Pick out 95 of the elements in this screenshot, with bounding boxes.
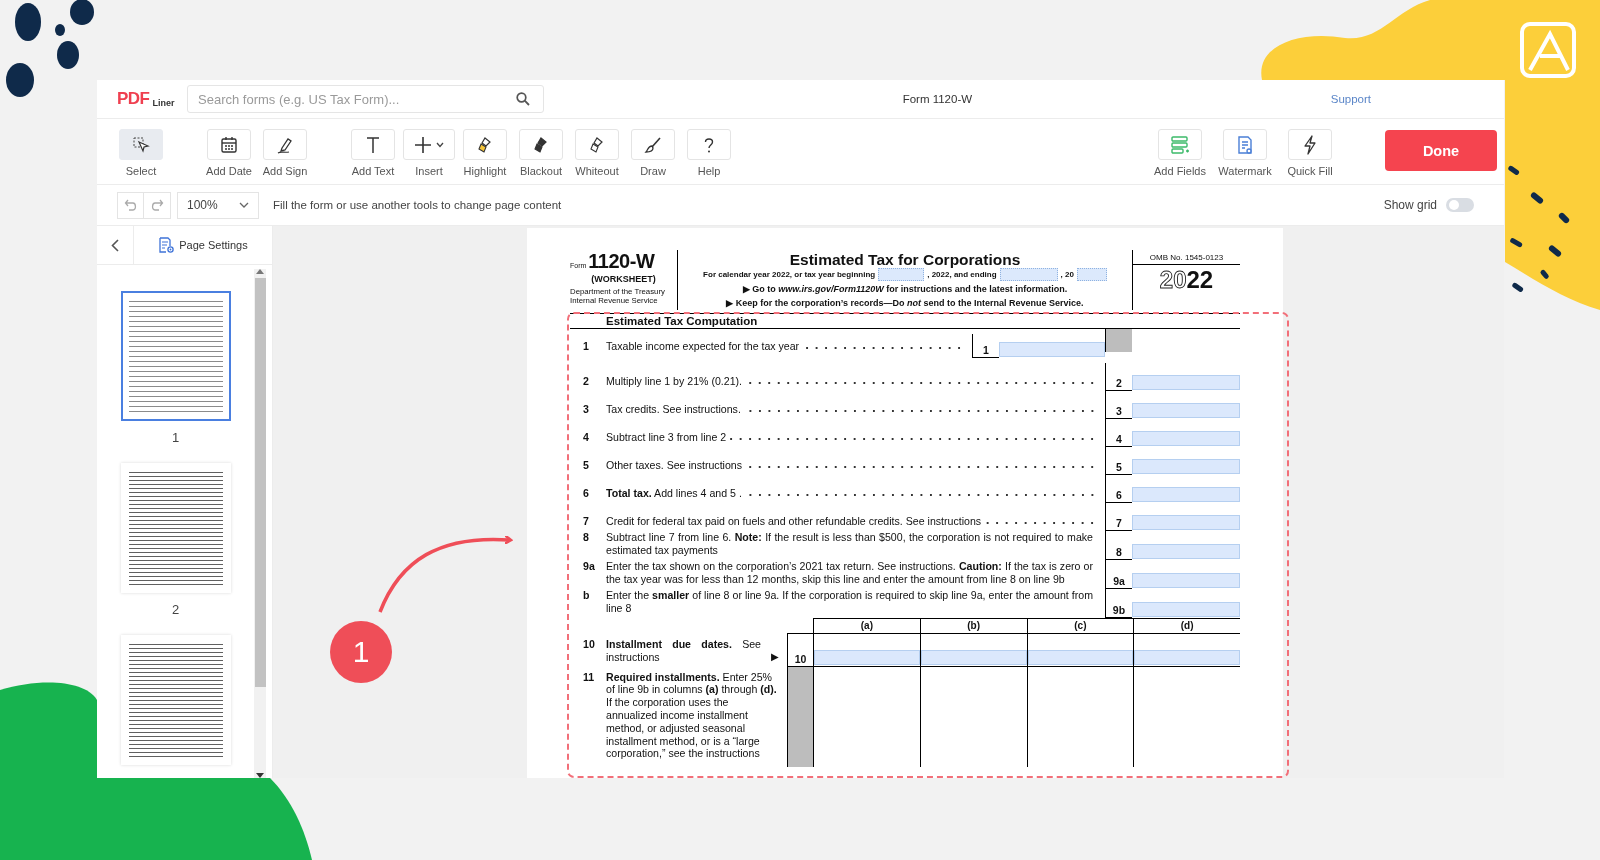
select-icon bbox=[132, 135, 150, 154]
support-link[interactable]: Support bbox=[1330, 93, 1371, 105]
form-number: 1120-W bbox=[588, 250, 655, 273]
line-text: Other taxes. See instructions bbox=[606, 459, 743, 472]
line-box-number: 10 bbox=[787, 634, 813, 667]
chevron-down-icon bbox=[239, 202, 249, 208]
tool-button[interactable]: Quick Fill bbox=[1279, 129, 1341, 177]
column-header: (a) bbox=[813, 618, 920, 634]
omb-number: OMB No. 1545-0123 bbox=[1133, 250, 1240, 265]
line-number: 4 bbox=[582, 431, 590, 444]
amount-field[interactable] bbox=[1132, 459, 1240, 474]
page-number: 2 bbox=[171, 602, 180, 617]
page-settings-icon bbox=[158, 236, 176, 254]
caret-icon bbox=[436, 141, 444, 148]
tax-year: 2022 bbox=[1158, 265, 1215, 295]
column-header: (b) bbox=[919, 618, 1027, 634]
line-number: 6 bbox=[582, 487, 590, 500]
line-number: 10 bbox=[582, 638, 596, 651]
line-text: Taxable income expected for the tax year bbox=[606, 339, 800, 353]
date-field[interactable] bbox=[1134, 649, 1240, 665]
date-field[interactable] bbox=[920, 649, 1027, 665]
line-text: Tax credits. See instructions. bbox=[606, 403, 741, 416]
search-icon bbox=[516, 92, 530, 106]
amount-field[interactable] bbox=[1132, 375, 1240, 390]
column-header: (c) bbox=[1026, 618, 1134, 634]
section-heading: Estimated Tax Computation bbox=[606, 315, 758, 327]
line-number: 9a bbox=[582, 560, 596, 573]
amount-field[interactable] bbox=[1132, 431, 1240, 446]
arrow-marker: ▶ bbox=[771, 649, 779, 664]
period-text: , 2022, and ending bbox=[927, 270, 997, 279]
fields-icon bbox=[1170, 134, 1190, 155]
amount-field[interactable] bbox=[999, 341, 1105, 357]
date-field[interactable] bbox=[1027, 649, 1134, 665]
amount-field[interactable] bbox=[1132, 487, 1240, 502]
page-thumbnail[interactable] bbox=[120, 291, 231, 421]
line-text: Multiply line 1 by 21% (0.21). bbox=[606, 375, 743, 388]
line-number: b bbox=[582, 589, 591, 602]
line-text: Subtract line 3 from line 2 bbox=[606, 431, 727, 444]
line-text: Enter the smaller of line 8 or line 9a. If the corporation is required to skip line 9a, enter the amount from line 8 bbox=[606, 589, 1093, 615]
instruction-text: ▶ Keep for the corporation’s records—Do not send to the Internal Revenue Service. bbox=[726, 297, 1084, 310]
date-field[interactable] bbox=[1076, 268, 1107, 281]
text-icon bbox=[364, 135, 382, 154]
tool-button[interactable]: Watermark bbox=[1214, 129, 1276, 177]
amount-field[interactable] bbox=[1132, 573, 1240, 588]
redo-icon bbox=[150, 198, 164, 212]
amount-field[interactable] bbox=[1132, 403, 1240, 418]
line-text: Installment due dates. See instructions bbox=[606, 638, 761, 664]
line-text: Subtract line 7 from line 6. Note: If the result is less than $500, the corporation is not required to make estimated tax payments bbox=[606, 531, 1093, 557]
amount-field[interactable] bbox=[1132, 515, 1240, 530]
amount-field[interactable] bbox=[1132, 544, 1240, 559]
form-subtitle: (WORKSHEET) bbox=[590, 274, 657, 284]
line-number: 5 bbox=[582, 459, 590, 472]
instruction-text: ▶ Go to www.irs.gov/Form1120W for instructions and the latest information. bbox=[742, 283, 1068, 296]
page-thumbnail[interactable] bbox=[120, 463, 231, 593]
document-title: Form 1120-W bbox=[902, 93, 973, 105]
tool-button[interactable]: Add Fields bbox=[1149, 129, 1211, 177]
scrollbar-thumb[interactable] bbox=[254, 278, 266, 687]
line-number: 2 bbox=[582, 375, 590, 388]
show-grid-label: Show grid bbox=[1383, 198, 1437, 212]
show-grid-toggle[interactable] bbox=[1446, 198, 1474, 212]
brush-icon bbox=[644, 135, 662, 154]
line-number: 11 bbox=[582, 670, 596, 684]
chevron-left-icon bbox=[111, 238, 119, 252]
date-field[interactable] bbox=[999, 268, 1058, 281]
page-thumbnail[interactable] bbox=[120, 635, 231, 765]
period-text: , 20 bbox=[1060, 270, 1074, 279]
column-header: (d) bbox=[1133, 618, 1240, 634]
date-field[interactable] bbox=[878, 268, 925, 281]
page-number: 1 bbox=[171, 430, 180, 445]
redo-button[interactable] bbox=[144, 191, 171, 219]
plus-icon bbox=[414, 135, 432, 154]
zoom-select[interactable]: 100% bbox=[177, 191, 259, 219]
page-settings-button[interactable]: Page Settings bbox=[134, 226, 272, 264]
amount-field[interactable] bbox=[1132, 602, 1240, 617]
form-title: Estimated Tax for Corporations bbox=[789, 251, 1021, 268]
line-text: Required installments. Enter 25% of line 9b in columns (a) through (d). If the corporation uses the annualized income installment method, or adjusted seasonal installment method, or is a “large corporation,” see the instructions bbox=[606, 670, 778, 761]
hint-text: Fill the form or use another tools to change page content bbox=[273, 199, 563, 211]
line-number: 8 bbox=[582, 531, 590, 544]
done-button[interactable]: Done bbox=[1385, 130, 1497, 171]
calendar-icon bbox=[220, 135, 238, 154]
pdfliner-logo[interactable]: PDF Liner bbox=[117, 89, 187, 109]
search-field[interactable]: Search forms (e.g. US Tax Form)... bbox=[187, 85, 544, 113]
scroll-up-icon bbox=[256, 269, 264, 274]
line-text: Total tax. Add lines 4 and 5 . bbox=[606, 487, 742, 500]
period-text: For calendar year 2022, or tax year beginning bbox=[703, 270, 876, 279]
date-field[interactable] bbox=[814, 649, 920, 665]
app-logo-icon bbox=[1520, 22, 1576, 78]
line-number: 3 bbox=[582, 403, 590, 416]
undo-button[interactable] bbox=[117, 191, 144, 219]
document-icon bbox=[1235, 134, 1255, 155]
line-number: 7 bbox=[582, 515, 590, 528]
line-number: 1 bbox=[582, 339, 590, 353]
scrollbar[interactable] bbox=[254, 269, 266, 778]
line-text: Credit for federal tax paid on fuels and other refundable credits. See instructions bbox=[606, 515, 982, 528]
undo-icon bbox=[123, 198, 138, 212]
